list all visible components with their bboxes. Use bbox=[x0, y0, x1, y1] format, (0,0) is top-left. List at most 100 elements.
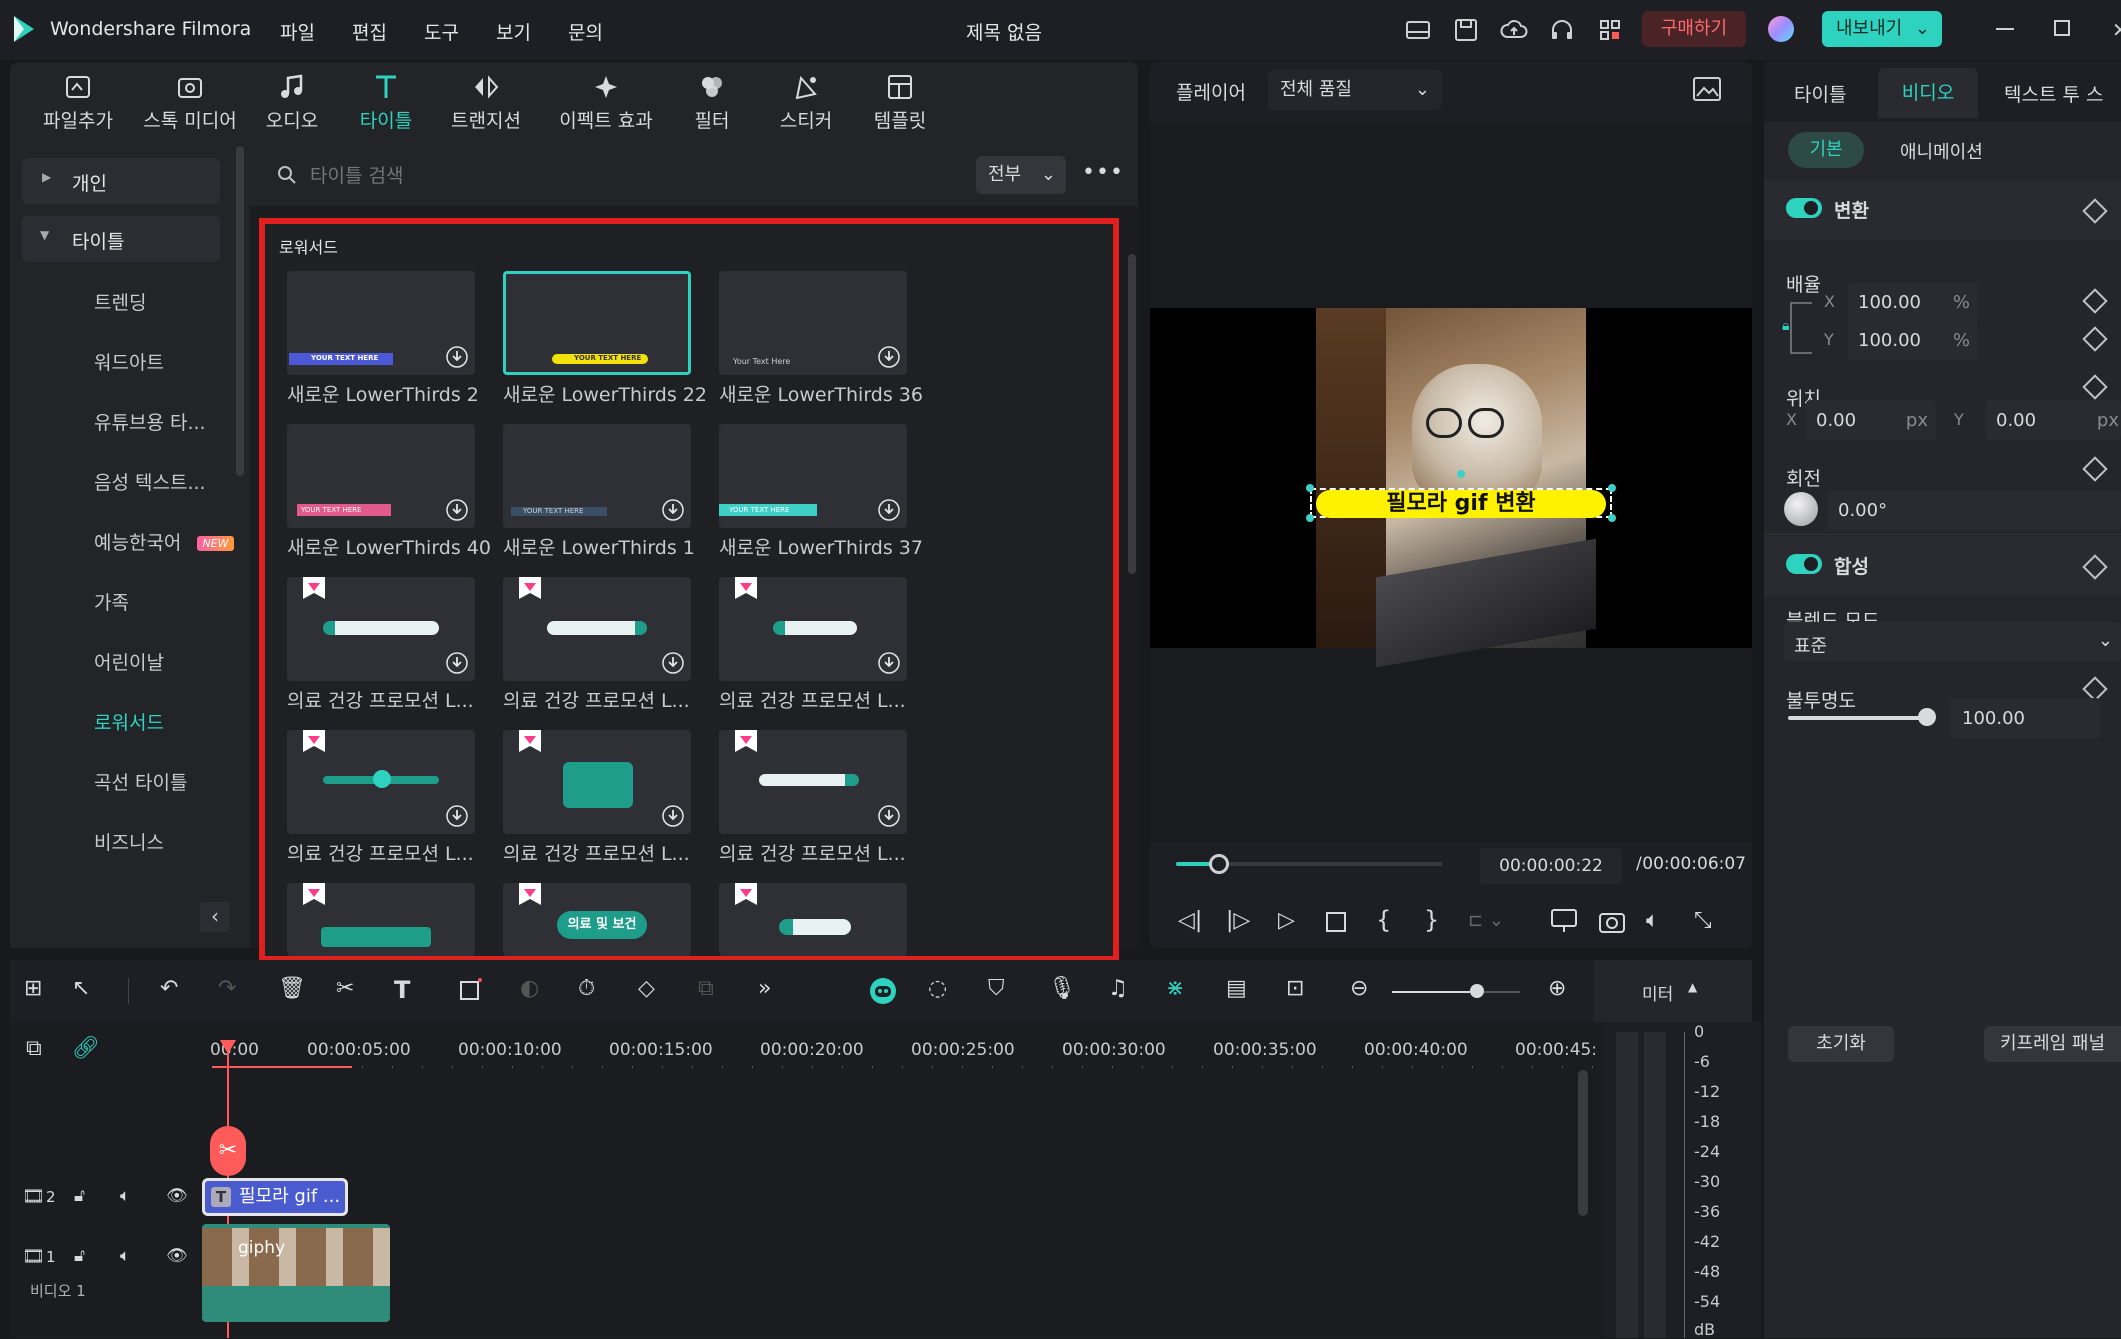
title-card[interactable]: 의료 및 보건 bbox=[503, 883, 691, 956]
sidebar-item-speech-text[interactable]: 음성 텍스트... bbox=[94, 468, 206, 495]
buy-button[interactable]: 구매하기 bbox=[1642, 11, 1746, 47]
speed-timer-icon[interactable]: ⏱︎ bbox=[578, 976, 608, 1006]
title-card[interactable] bbox=[719, 883, 907, 956]
zoom-in-icon[interactable]: ⊕ bbox=[1548, 976, 1578, 1006]
prev-frame-icon[interactable]: ◁| bbox=[1178, 908, 1202, 933]
opacity-field[interactable]: 100.00 bbox=[1950, 698, 2100, 738]
ribbon-import[interactable]: 파일추가 bbox=[32, 72, 124, 133]
fit-timeline-icon[interactable]: ⊡ bbox=[1286, 976, 1316, 1006]
current-time[interactable]: 00:00:00:22 bbox=[1480, 848, 1622, 884]
minimize-icon[interactable] bbox=[1996, 28, 2014, 30]
tab-text-to-speech[interactable]: 텍스트 투 스 bbox=[2004, 80, 2121, 107]
mark-in-icon[interactable]: { bbox=[1376, 906, 1391, 934]
download-icon[interactable] bbox=[445, 498, 469, 522]
title-card[interactable] bbox=[503, 577, 691, 681]
ai-assistant-icon[interactable] bbox=[868, 976, 898, 1006]
tab-title[interactable]: 타이틀 bbox=[1794, 80, 1846, 107]
search-input[interactable] bbox=[310, 158, 910, 194]
ribbon-titles[interactable]: 타이틀 bbox=[340, 72, 432, 133]
fullscreen-icon[interactable]: ⤡ bbox=[1694, 908, 1712, 933]
download-icon[interactable] bbox=[661, 498, 685, 522]
download-icon[interactable] bbox=[661, 804, 685, 828]
add-track-icon[interactable]: ⧉ bbox=[26, 1036, 42, 1061]
sidebar-item-youtube[interactable]: 유튜브용 타... bbox=[94, 408, 206, 435]
opacity-slider-handle[interactable] bbox=[1918, 708, 1936, 726]
sidebar-item-variety-korean[interactable]: 예능한국어 NEW bbox=[94, 528, 234, 555]
title-card[interactable]: YOUR TEXT HERE bbox=[719, 424, 907, 528]
progress-track[interactable] bbox=[1176, 854, 1442, 874]
crop-icon[interactable] bbox=[458, 976, 488, 1006]
undo-icon[interactable]: ↶ bbox=[160, 976, 190, 1006]
download-icon[interactable] bbox=[877, 651, 901, 675]
title-card[interactable] bbox=[719, 730, 907, 834]
timeline-scrollbar[interactable] bbox=[1578, 1070, 1588, 1216]
ribbon-stickers[interactable]: 스티커 bbox=[760, 72, 852, 133]
tab-video[interactable]: 비디오 bbox=[1878, 68, 1978, 118]
transform-toggle[interactable] bbox=[1786, 198, 1822, 218]
lock-icon[interactable]: 🔓︎ bbox=[74, 1246, 85, 1266]
snap-magnet-icon[interactable]: ⋇ bbox=[1166, 976, 1196, 1006]
resize-handle[interactable] bbox=[1306, 514, 1314, 522]
time-ruler[interactable]: 00:00 00:00:05:00 00:00:10:00 00:00:15:0… bbox=[200, 1022, 1600, 1068]
ribbon-effects[interactable]: 이펙트 효과 bbox=[544, 72, 668, 133]
rotation-dial[interactable] bbox=[1784, 492, 1818, 526]
layout-grid-icon[interactable]: ⊞ bbox=[24, 976, 54, 1006]
scale-y-field[interactable]: 100.00 % bbox=[1848, 320, 1978, 360]
resize-handle[interactable] bbox=[1608, 514, 1616, 522]
caret-up-icon[interactable]: ▲ bbox=[1688, 980, 1697, 994]
title-card[interactable] bbox=[719, 577, 907, 681]
ribbon-stock-media[interactable]: 스톡 미디어 bbox=[134, 72, 246, 133]
ribbon-filters[interactable]: 필터 bbox=[666, 72, 758, 133]
collapse-sidebar-icon[interactable]: ‹ bbox=[200, 902, 230, 932]
close-icon[interactable]: ✕ bbox=[2112, 18, 2121, 42]
player-tab[interactable]: 플레이어 bbox=[1176, 78, 1246, 105]
more-tools-icon[interactable]: » bbox=[758, 976, 788, 1006]
subtab-basic[interactable]: 기본 bbox=[1788, 132, 1864, 168]
export-button[interactable]: 내보내기 ⌄ bbox=[1822, 11, 1942, 47]
video-clip[interactable]: giphy bbox=[202, 1224, 390, 1322]
title-card[interactable]: YOUR TEXT HERE bbox=[503, 424, 691, 528]
zoom-slider[interactable] bbox=[1392, 991, 1470, 993]
download-icon[interactable] bbox=[445, 651, 469, 675]
volume-icon[interactable]: 🔈︎ bbox=[120, 1246, 130, 1266]
volume-icon[interactable]: 🔈︎ bbox=[120, 1186, 130, 1206]
opacity-slider[interactable] bbox=[1788, 716, 1926, 720]
pos-x-field[interactable]: 0.00 px bbox=[1806, 400, 1936, 440]
sidebar-item-family[interactable]: 가족 bbox=[94, 588, 129, 615]
eye-icon[interactable]: 👁︎ bbox=[166, 1186, 188, 1206]
download-icon[interactable] bbox=[877, 345, 901, 369]
sidebar-group-titles[interactable]: ▼ 타이틀 bbox=[22, 216, 220, 262]
sidebar-item-wordart[interactable]: 워드아트 bbox=[94, 348, 164, 375]
play-icon[interactable]: ▷ bbox=[1278, 908, 1295, 933]
volume-icon[interactable]: 🔈︎ bbox=[1646, 908, 1659, 933]
title-card[interactable]: Your Text Here bbox=[719, 271, 907, 375]
sidebar-group-personal[interactable]: ▶ 개인 bbox=[22, 158, 220, 204]
auto-ripple-icon[interactable]: ▤ bbox=[1226, 976, 1256, 1006]
title-clip[interactable]: T 필모라 gif ... bbox=[202, 1178, 348, 1216]
reset-button[interactable]: 초기화 bbox=[1788, 1026, 1894, 1062]
title-card[interactable] bbox=[287, 730, 475, 834]
title-card[interactable] bbox=[503, 730, 691, 834]
download-icon[interactable] bbox=[445, 345, 469, 369]
microphone-icon[interactable]: 🎙︎ bbox=[1048, 976, 1078, 1006]
sidebar-item-business[interactable]: 비즈니스 bbox=[94, 828, 164, 855]
menu-tools[interactable]: 도구 bbox=[424, 18, 459, 45]
marker-shield-icon[interactable]: ⛉ bbox=[988, 976, 1018, 1006]
sidebar-item-childrens-day[interactable]: 어린이날 bbox=[94, 648, 164, 675]
progress-handle[interactable] bbox=[1208, 854, 1229, 874]
ribbon-audio[interactable]: 오디오 bbox=[246, 72, 338, 133]
composite-toggle[interactable] bbox=[1786, 554, 1822, 574]
sidebar-item-trending[interactable]: 트렌딩 bbox=[94, 288, 146, 315]
display-icon[interactable] bbox=[1550, 908, 1578, 934]
title-card-selected[interactable]: YOUR TEXT HERE bbox=[503, 271, 691, 375]
more-options-icon[interactable]: ••• bbox=[1082, 160, 1124, 185]
download-icon[interactable] bbox=[445, 804, 469, 828]
zoom-out-icon[interactable]: ⊖ bbox=[1350, 976, 1380, 1006]
rotation-field[interactable]: 0.00° bbox=[1828, 490, 2121, 530]
scale-x-field[interactable]: 100.00 % bbox=[1848, 282, 1978, 322]
headset-icon[interactable] bbox=[1548, 16, 1576, 44]
zoom-slider-handle[interactable] bbox=[1470, 984, 1484, 998]
audio-mix-icon[interactable]: ♫ bbox=[1108, 976, 1138, 1006]
quality-dropdown[interactable]: 전체 품질 ⌄ bbox=[1268, 70, 1442, 110]
title-overlay-text[interactable]: 필모라 gif 변환 bbox=[1316, 490, 1606, 518]
